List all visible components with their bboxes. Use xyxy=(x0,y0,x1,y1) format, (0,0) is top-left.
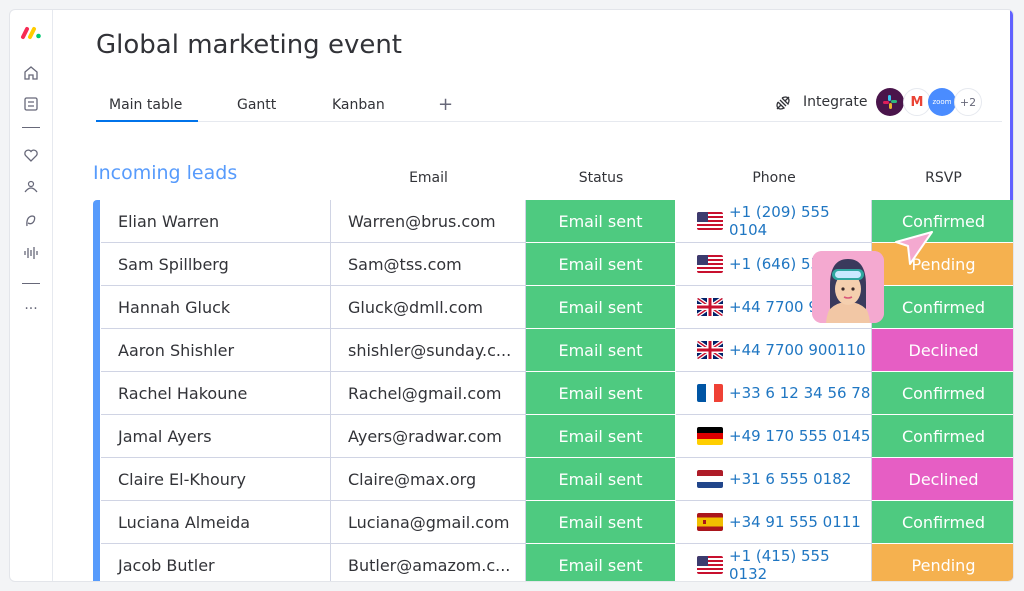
rsvp-status-label[interactable]: Confirmed xyxy=(872,372,1013,415)
lead-name-cell[interactable]: Jamal Ayers xyxy=(101,415,331,458)
rsvp-status-label[interactable]: Confirmed xyxy=(872,286,1013,329)
board-window: ··· Global marketing event Main table Ga… xyxy=(9,9,1014,582)
column-header-email[interactable]: Email xyxy=(331,170,526,186)
phone-number[interactable]: +49 170 555 0145 xyxy=(729,427,870,445)
table-row[interactable]: Jacob Butler Butler@amazom.c... Email sent… xyxy=(101,544,1013,581)
table-row[interactable]: Luciana Almeida Luciana@gmail.com Email se… xyxy=(101,501,1013,544)
lead-email-cell[interactable]: Claire@max.org xyxy=(331,458,526,501)
lead-name-cell[interactable]: Sam Spillberg xyxy=(101,243,331,286)
lead-name-cell[interactable]: Claire El-Khoury xyxy=(101,458,331,501)
phone-cell[interactable]: +49 170 555 0145 xyxy=(676,415,872,458)
audio-wave-icon[interactable] xyxy=(20,242,42,264)
zoom-icon[interactable]: zoom xyxy=(928,88,956,116)
gmail-icon[interactable]: M xyxy=(903,88,931,116)
rsvp-status-label[interactable]: Confirmed xyxy=(872,501,1013,544)
phone-cell[interactable]: +44 7700 900110 xyxy=(676,329,872,372)
table-row[interactable]: Elian Warren Warren@brus.com Email sent +1 … xyxy=(101,200,1013,243)
phone-cell[interactable]: +34 91 555 0111 xyxy=(676,501,872,544)
flag-es-icon xyxy=(697,513,723,531)
status-label[interactable]: Email sent xyxy=(526,415,676,458)
more-icon[interactable]: ··· xyxy=(20,298,42,320)
more-apps-badge[interactable]: +2 xyxy=(954,88,982,116)
rsvp-status-label[interactable]: Declined xyxy=(872,329,1013,372)
home-icon[interactable] xyxy=(20,62,42,84)
docs-icon[interactable] xyxy=(20,210,42,232)
lead-name-cell[interactable]: Elian Warren xyxy=(101,200,331,243)
status-label[interactable]: Email sent xyxy=(526,501,676,544)
favorites-heart-icon[interactable] xyxy=(20,144,42,166)
phone-number[interactable]: +34 91 555 0111 xyxy=(729,513,861,531)
lead-email-cell[interactable]: Luciana@gmail.com xyxy=(331,501,526,544)
status-label[interactable]: Email sent xyxy=(526,329,676,372)
rsvp-status-label[interactable]: Declined xyxy=(872,458,1013,501)
lead-name-cell[interactable]: Hannah Gluck xyxy=(101,286,331,329)
column-header-status[interactable]: Status xyxy=(526,170,676,186)
integrate-plug-icon[interactable] xyxy=(772,92,794,118)
lead-name-cell[interactable]: Aaron Shishler xyxy=(101,329,331,372)
phone-number[interactable]: +1 (415) 555 0132 xyxy=(729,547,871,581)
sidebar-divider xyxy=(22,283,40,284)
collaborator-cursor-icon xyxy=(892,228,936,272)
flag-uk-icon xyxy=(697,341,723,359)
active-tab-indicator xyxy=(96,120,198,122)
status-label[interactable]: Email sent xyxy=(526,372,676,415)
flag-nl-icon xyxy=(697,470,723,488)
page-title: Global marketing event xyxy=(96,30,402,60)
flag-de-icon xyxy=(697,427,723,445)
status-label[interactable]: Email sent xyxy=(526,544,676,581)
lead-name-cell[interactable]: Luciana Almeida xyxy=(101,501,331,544)
sidebar: ··· xyxy=(10,10,53,581)
phone-number[interactable]: +44 7700 900110 xyxy=(729,341,866,359)
status-label[interactable]: Email sent xyxy=(526,458,676,501)
lead-email-cell[interactable]: Sam@tss.com xyxy=(331,243,526,286)
group-title[interactable]: Incoming leads xyxy=(93,162,237,184)
status-label[interactable]: Email sent xyxy=(526,243,676,286)
lead-email-cell[interactable]: Butler@amazom.c... xyxy=(331,544,526,581)
lead-email-cell[interactable]: Ayers@radwar.com xyxy=(331,415,526,458)
phone-cell[interactable]: +31 6 555 0182 xyxy=(676,458,872,501)
my-work-icon[interactable] xyxy=(20,93,42,115)
lead-email-cell[interactable]: Gluck@dmll.com xyxy=(331,286,526,329)
flag-uk-icon xyxy=(697,298,723,316)
column-header-rsvp[interactable]: RSVP xyxy=(872,170,1013,186)
flag-us-icon xyxy=(697,212,723,230)
flag-us-icon xyxy=(697,255,723,273)
phone-number[interactable]: +33 6 12 34 56 78 xyxy=(729,384,870,402)
phone-cell[interactable]: +1 (209) 555 0104 xyxy=(676,200,872,243)
tab-gantt[interactable]: Gantt xyxy=(237,97,276,113)
table-row[interactable]: Aaron Shishler shishler@sunday.c... Email … xyxy=(101,329,1013,372)
phone-number[interactable]: +31 6 555 0182 xyxy=(729,470,851,488)
tab-kanban[interactable]: Kanban xyxy=(332,97,385,113)
integrate-button[interactable]: Integrate xyxy=(803,94,867,110)
lead-email-cell[interactable]: Warren@brus.com xyxy=(331,200,526,243)
flag-us-icon xyxy=(697,556,723,574)
flag-fr-icon xyxy=(697,384,723,402)
collaborator-avatar xyxy=(812,251,884,323)
rsvp-status-label[interactable]: Pending xyxy=(872,544,1013,581)
lead-email-cell[interactable]: shishler@sunday.c... xyxy=(331,329,526,372)
lead-email-cell[interactable]: Rachel@gmail.com xyxy=(331,372,526,415)
add-view-button[interactable]: + xyxy=(438,94,453,115)
slack-icon[interactable] xyxy=(876,88,904,116)
team-icon[interactable] xyxy=(20,176,42,198)
table-row[interactable]: Claire El-Khoury Claire@max.org Email sent… xyxy=(101,458,1013,501)
sidebar-divider xyxy=(22,127,40,128)
status-label[interactable]: Email sent xyxy=(526,286,676,329)
monday-logo-icon[interactable] xyxy=(20,22,42,44)
table-row[interactable]: Rachel Hakoune Rachel@gmail.com Email sent… xyxy=(101,372,1013,415)
table-row[interactable]: Jamal Ayers Ayers@radwar.com Email sent +49… xyxy=(101,415,1013,458)
phone-cell[interactable]: +33 6 12 34 56 78 xyxy=(676,372,872,415)
lead-name-cell[interactable]: Jacob Butler xyxy=(101,544,331,581)
phone-cell[interactable]: +1 (415) 555 0132 xyxy=(676,544,872,581)
status-label[interactable]: Email sent xyxy=(526,200,676,243)
lead-name-cell[interactable]: Rachel Hakoune xyxy=(101,372,331,415)
tab-main-table[interactable]: Main table xyxy=(109,97,182,113)
rsvp-status-label[interactable]: Confirmed xyxy=(872,415,1013,458)
column-header-phone[interactable]: Phone xyxy=(676,170,872,186)
phone-number[interactable]: +1 (209) 555 0104 xyxy=(729,203,871,239)
group-color-bar xyxy=(93,200,100,581)
